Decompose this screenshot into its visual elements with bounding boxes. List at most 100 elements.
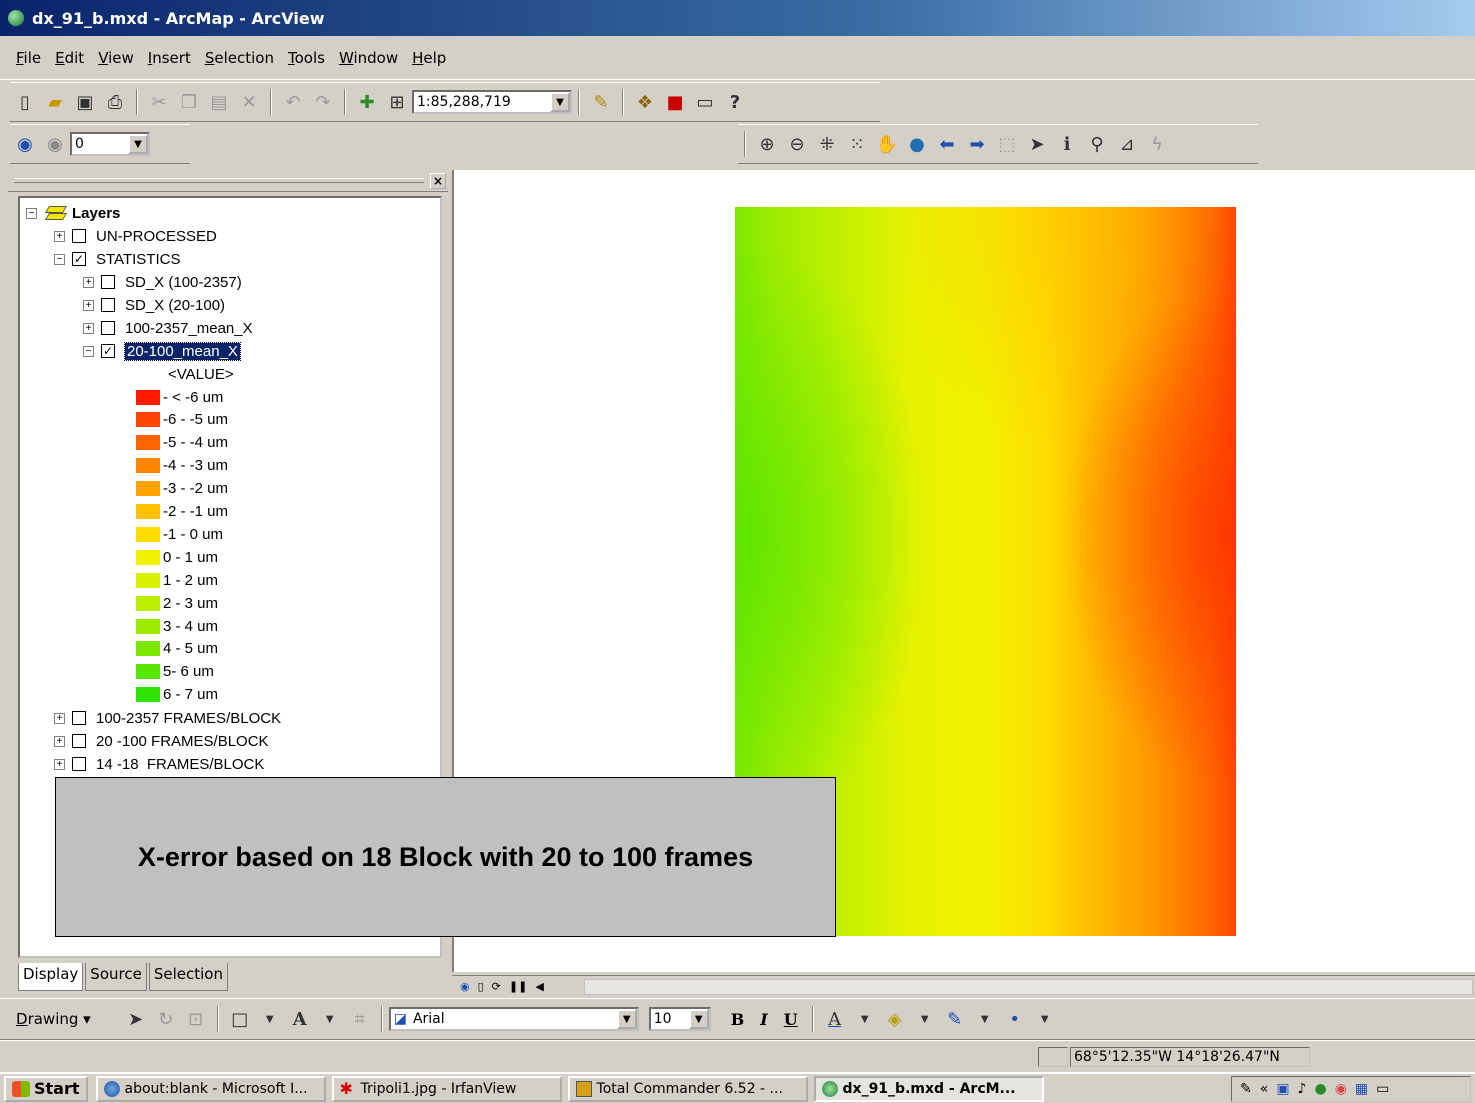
arctoolbox-icon[interactable]: ■ bbox=[662, 89, 688, 115]
chevron-down-icon[interactable]: ▼ bbox=[616, 1009, 637, 1029]
legend-swatch[interactable] bbox=[136, 412, 160, 428]
menu-selection[interactable]: Selection bbox=[205, 49, 274, 67]
chevron-down-icon[interactable]: ▼ bbox=[317, 1006, 343, 1032]
expand-icon[interactable]: + bbox=[54, 735, 65, 747]
delete-icon[interactable]: ✕ bbox=[236, 89, 262, 115]
legend-swatch[interactable] bbox=[136, 618, 160, 634]
layer-checkbox[interactable] bbox=[72, 757, 86, 771]
legend-swatch[interactable] bbox=[136, 458, 160, 474]
rotate-icon[interactable]: ↻ bbox=[153, 1006, 179, 1032]
italic-button[interactable]: I bbox=[760, 1010, 767, 1029]
tab-display[interactable]: Display bbox=[18, 963, 84, 991]
chevron-down-icon[interactable]: ▼ bbox=[852, 1006, 878, 1032]
chevron-down-icon[interactable]: ▼ bbox=[257, 1006, 283, 1032]
select-elements-icon[interactable]: ➤ bbox=[123, 1006, 149, 1032]
collapse-icon[interactable]: − bbox=[83, 345, 94, 357]
menu-tools[interactable]: Tools bbox=[288, 49, 325, 67]
expand-icon[interactable]: + bbox=[83, 299, 94, 311]
menu-view[interactable]: View bbox=[98, 49, 134, 67]
marker-color-icon[interactable]: • bbox=[1002, 1006, 1028, 1032]
zoom-in-icon[interactable]: ⊕ bbox=[754, 131, 780, 157]
toc-row-statistics[interactable]: − ✓ STATISTICS bbox=[54, 248, 180, 270]
layer-checkbox-checked[interactable]: ✓ bbox=[101, 344, 115, 358]
monitor-icon[interactable]: ▭ bbox=[1376, 1081, 1389, 1097]
menu-window[interactable]: Window bbox=[339, 49, 398, 67]
toc-row-20-100-frames[interactable]: + 20 -100 FRAMES/BLOCK bbox=[54, 730, 269, 752]
expand-icon[interactable]: + bbox=[83, 276, 94, 288]
layer-checkbox[interactable] bbox=[72, 734, 86, 748]
layer-checkbox[interactable] bbox=[101, 298, 115, 312]
menu-help[interactable]: Help bbox=[412, 49, 446, 67]
rectangle-icon[interactable]: □ bbox=[227, 1006, 253, 1032]
layer-combo[interactable]: 0 ▼ bbox=[70, 132, 150, 156]
legend-swatch[interactable] bbox=[136, 504, 160, 519]
lan-icon[interactable]: ▦ bbox=[1355, 1081, 1368, 1097]
toc-row-100-2357-frames[interactable]: + 100-2357 FRAMES/BLOCK bbox=[54, 707, 281, 729]
layer-checkbox[interactable] bbox=[72, 229, 86, 243]
start-button[interactable]: Start bbox=[4, 1075, 88, 1102]
expand-icon[interactable]: + bbox=[54, 712, 65, 724]
bold-button[interactable]: B bbox=[731, 1010, 745, 1029]
hyperlink-icon[interactable]: ϟ bbox=[1144, 131, 1170, 157]
measure-icon[interactable]: ⊿ bbox=[1114, 131, 1140, 157]
chevron-down-icon[interactable]: ▼ bbox=[912, 1006, 938, 1032]
toc-row-14-18-frames[interactable]: + 14 -18 FRAMES/BLOCK bbox=[54, 753, 264, 775]
tray-expand-icon[interactable]: « bbox=[1260, 1081, 1269, 1097]
edit-vertices-icon[interactable]: ⌗ bbox=[347, 1006, 373, 1032]
drawing-menu[interactable]: Drawing ▾ bbox=[16, 1010, 91, 1028]
scroll-left-icon[interactable]: ◀ bbox=[535, 980, 543, 993]
menu-file[interactable]: File bbox=[16, 49, 41, 67]
pan-hand-icon[interactable]: ✋ bbox=[874, 131, 900, 157]
toc-row-layers[interactable]: − Layers bbox=[26, 202, 120, 224]
fill-color-icon[interactable]: ◈ bbox=[882, 1006, 908, 1032]
toc-row-20-100-mean-x[interactable]: − ✓ 20-100_mean_X bbox=[83, 340, 241, 362]
add-data-icon[interactable]: ✚ bbox=[354, 89, 380, 115]
paste-icon[interactable]: ▤ bbox=[206, 89, 232, 115]
legend-swatch[interactable] bbox=[136, 526, 160, 542]
chevron-down-icon[interactable]: ▼ bbox=[972, 1006, 998, 1032]
fixed-zoom-out-icon[interactable]: ⁙ bbox=[844, 131, 870, 157]
layout-view-icon[interactable]: ▯ bbox=[478, 980, 484, 993]
data-view-icon[interactable]: ◉ bbox=[460, 980, 470, 993]
task-arcmap[interactable]: dx_91_b.mxd - ArcM... bbox=[813, 1075, 1044, 1102]
pen-icon[interactable]: ✎ bbox=[1240, 1081, 1252, 1097]
legend-swatch[interactable] bbox=[136, 389, 160, 405]
menu-insert[interactable]: Insert bbox=[148, 49, 191, 67]
copy-icon[interactable]: ❐ bbox=[176, 89, 202, 115]
dock-grip[interactable] bbox=[14, 178, 424, 183]
chevron-down-icon[interactable]: ▼ bbox=[1032, 1006, 1058, 1032]
horizontal-scrollbar[interactable] bbox=[584, 979, 1473, 995]
new-document-icon[interactable]: ▯ bbox=[12, 89, 38, 115]
legend-swatch[interactable] bbox=[136, 687, 160, 703]
find-binoculars-icon[interactable]: ⚲ bbox=[1084, 131, 1110, 157]
legend-swatch[interactable] bbox=[136, 572, 160, 588]
scale-tool-icon[interactable]: ⊞ bbox=[384, 89, 410, 115]
task-internet-explorer[interactable]: about:blank - Microsoft I... bbox=[95, 1075, 326, 1102]
globe-inactive-icon[interactable]: ◉ bbox=[42, 131, 68, 157]
cut-icon[interactable]: ✂ bbox=[146, 89, 172, 115]
messenger-icon[interactable]: ● bbox=[1314, 1081, 1326, 1097]
tab-source[interactable]: Source bbox=[85, 963, 147, 991]
toc-row-un-processed[interactable]: + UN-PROCESSED bbox=[54, 225, 217, 247]
legend-swatch[interactable] bbox=[136, 641, 160, 657]
font-size-combo[interactable]: 10 ▼ bbox=[648, 1007, 711, 1031]
save-icon[interactable]: ▣ bbox=[72, 89, 98, 115]
select-features-icon[interactable]: ⬚ bbox=[994, 131, 1020, 157]
chevron-down-icon[interactable]: ▼ bbox=[688, 1009, 709, 1029]
line-color-icon[interactable]: ✎ bbox=[942, 1006, 968, 1032]
zoom-out-icon[interactable]: ⊖ bbox=[784, 131, 810, 157]
legend-swatch[interactable] bbox=[136, 481, 160, 497]
undo-icon[interactable]: ↶ bbox=[280, 89, 306, 115]
font-color-icon[interactable]: A bbox=[822, 1006, 848, 1032]
expand-icon[interactable]: + bbox=[54, 758, 65, 770]
underline-button[interactable]: U bbox=[784, 1010, 798, 1029]
collapse-icon[interactable]: − bbox=[54, 253, 65, 265]
fixed-zoom-in-icon[interactable]: ⁜ bbox=[814, 131, 840, 157]
font-name-combo[interactable]: ◪ Arial ▼ bbox=[388, 1007, 639, 1031]
collapse-icon[interactable]: − bbox=[26, 207, 37, 219]
legend-swatch[interactable] bbox=[136, 595, 160, 611]
identify-icon[interactable]: ℹ bbox=[1054, 131, 1080, 157]
back-extent-icon[interactable]: ⬅ bbox=[934, 131, 960, 157]
redo-icon[interactable]: ↷ bbox=[310, 89, 336, 115]
layer-checkbox[interactable] bbox=[101, 321, 115, 335]
